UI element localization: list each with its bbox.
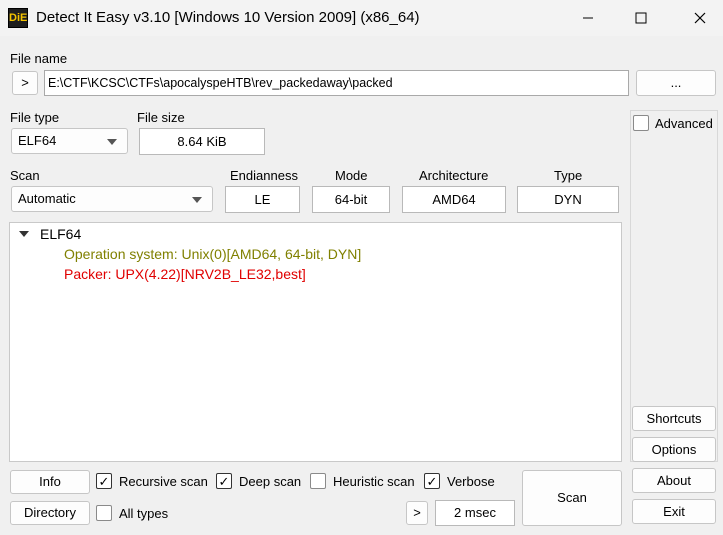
advanced-label: Advanced [655,116,713,131]
window-title: Detect It Easy v3.10 [Windows 10 Version… [36,9,420,26]
tree-item-packer[interactable]: Packer: UPX(4.22)[NRV2B_LE32,best] [64,266,306,282]
file-path-input[interactable]: E:\CTF\KCSC\CTFs\apocalyspeHTB\rev_packe… [44,70,629,96]
results-tree[interactable]: ELF64 Operation system: Unix(0)[AMD64, 6… [9,222,622,462]
expand-arrow-icon[interactable] [19,231,29,237]
architecture-value: AMD64 [402,186,506,213]
type-value: DYN [517,186,619,213]
minimize-button[interactable] [565,0,611,36]
maximize-button[interactable] [618,0,664,36]
shortcuts-button[interactable]: Shortcuts [632,406,716,431]
file-type-select[interactable]: ELF64 [11,128,128,154]
file-name-label: File name [10,51,68,66]
browse-button[interactable]: ... [636,70,716,96]
app-icon: DiE [8,8,28,28]
scan-label: Scan [10,168,40,183]
file-type-value: ELF64 [18,133,57,148]
mode-label: Mode [335,168,368,183]
architecture-label: Architecture [419,168,489,183]
check-icon: ✓ [218,473,230,489]
exit-button[interactable]: Exit [632,499,716,524]
close-icon [694,12,706,24]
check-icon: ✓ [426,473,438,489]
endianness-label: Endianness [230,168,298,183]
heuristic-scan-checkbox[interactable] [310,473,326,489]
open-file-button[interactable]: > [12,71,38,95]
scan-button[interactable]: Scan [522,470,622,526]
file-size-value: 8.64 KiB [139,128,265,155]
file-type-label: File type [10,110,60,125]
heuristic-scan-label: Heuristic scan [333,474,415,489]
file-size-label: File size [137,110,185,125]
recursive-scan-checkbox[interactable]: ✓ [96,473,112,489]
minimize-icon [583,17,593,19]
more-button[interactable]: > [406,501,428,525]
recursive-scan-label: Recursive scan [119,474,208,489]
all-types-checkbox[interactable] [96,505,112,521]
verbose-label: Verbose [447,474,495,489]
type-label: Type [554,168,583,183]
mode-value: 64-bit [312,186,390,213]
deep-scan-checkbox[interactable]: ✓ [216,473,232,489]
info-button[interactable]: Info [10,470,90,494]
all-types-label: All types [119,506,169,521]
about-button[interactable]: About [632,468,716,493]
check-icon: ✓ [98,473,110,489]
advanced-checkbox[interactable] [633,115,649,131]
chevron-down-icon [192,197,202,203]
tree-item-os[interactable]: Operation system: Unix(0)[AMD64, 64-bit,… [64,246,361,262]
verbose-checkbox[interactable]: ✓ [424,473,440,489]
scan-select[interactable]: Automatic [11,186,213,212]
scan-value: Automatic [18,191,76,206]
endianness-value: LE [225,186,300,213]
deep-scan-label: Deep scan [239,474,302,489]
close-button[interactable] [677,0,723,36]
scan-time-value: 2 msec [435,500,515,526]
tree-root-elf64[interactable]: ELF64 [40,226,81,242]
options-button[interactable]: Options [632,437,716,462]
directory-button[interactable]: Directory [10,501,90,525]
chevron-down-icon [107,139,117,145]
maximize-icon [635,12,647,24]
